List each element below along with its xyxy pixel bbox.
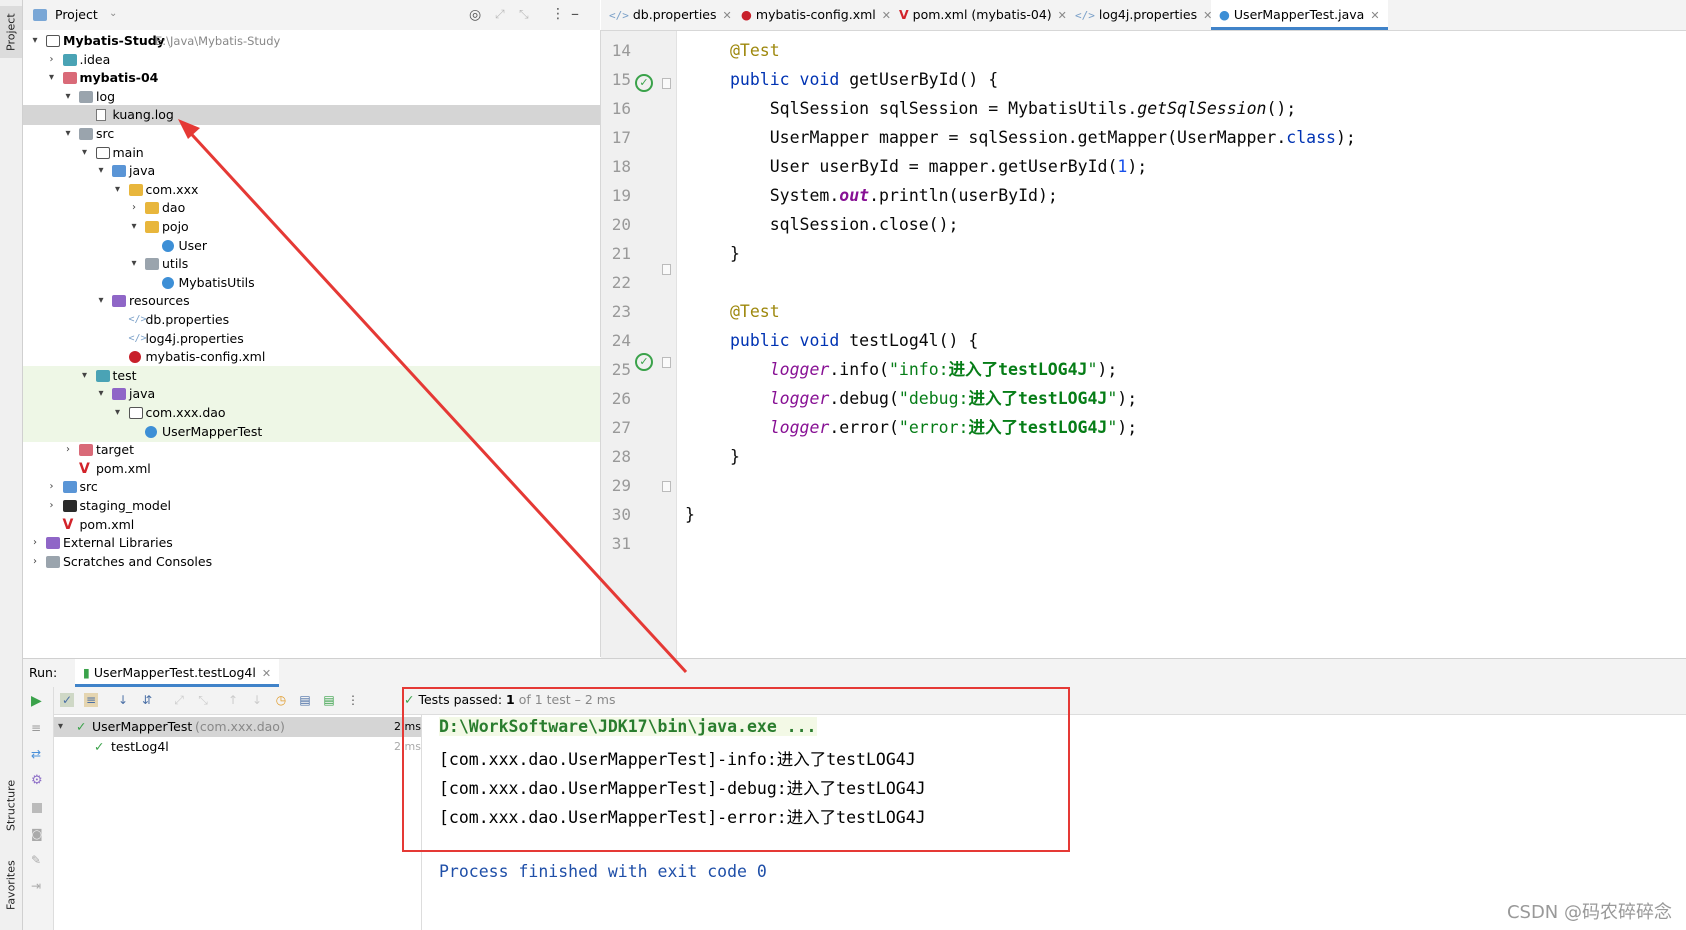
watermark: CSDN @码农碎碎念 [1506, 902, 1672, 923]
annotation-arrow [178, 119, 688, 674]
